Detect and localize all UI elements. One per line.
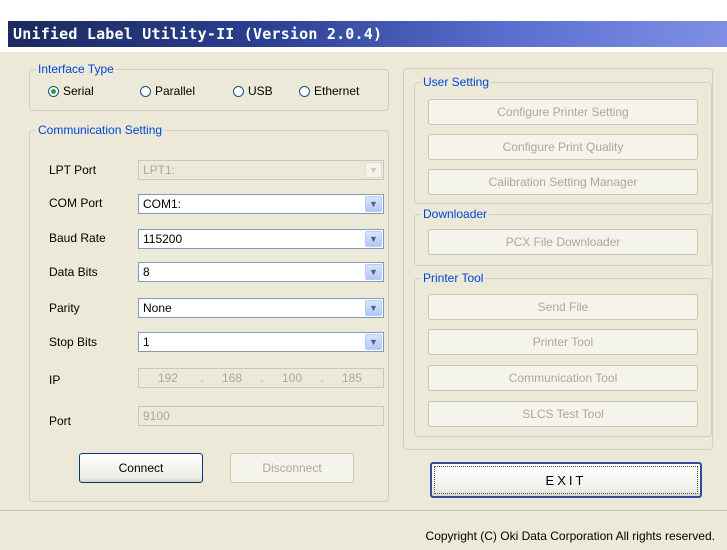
radio-circle-icon	[299, 85, 310, 97]
lpt-port-select[interactable]: LPT1: ▼	[138, 160, 384, 180]
radio-circle-icon	[48, 85, 59, 97]
ip-octet-1: 192	[157, 371, 179, 385]
title-area: Unified Label Utility-II (Version 2.0.4)	[0, 0, 727, 52]
stop-bits-select[interactable]: 1 ▼	[138, 332, 384, 352]
copyright-text: Copyright (C) Oki Data Corporation All r…	[425, 529, 715, 543]
printer-tool-legend: Printer Tool	[421, 271, 486, 285]
radio-circle-icon	[233, 85, 244, 97]
port-label: Port	[49, 414, 72, 428]
printer-tool-button[interactable]: Printer Tool	[428, 329, 698, 355]
status-divider	[0, 510, 727, 511]
user-setting-legend: User Setting	[421, 75, 492, 89]
communication-tool-button[interactable]: Communication Tool	[428, 365, 698, 391]
com-port-value: COM1:	[143, 197, 182, 211]
ip-address-field[interactable]: 192 . 168 . 100 . 185	[138, 368, 384, 388]
lpt-port-label: LPT Port	[49, 163, 97, 177]
connect-button[interactable]: Connect	[79, 453, 203, 483]
radio-parallel-label: Parallel	[155, 84, 196, 98]
ip-octet-4: 185	[341, 371, 363, 385]
stop-bits-label: Stop Bits	[49, 335, 98, 349]
ip-octet-2: 168	[221, 371, 243, 385]
chevron-down-icon[interactable]: ▼	[365, 300, 382, 316]
port-value: 9100	[143, 409, 170, 423]
baud-rate-label: Baud Rate	[49, 231, 106, 245]
chevron-down-icon[interactable]: ▼	[365, 334, 382, 350]
ip-label: IP	[49, 373, 61, 387]
chevron-down-icon[interactable]: ▼	[365, 196, 382, 212]
exit-button[interactable]: EXIT	[430, 462, 702, 498]
ip-octet-3: 100	[281, 371, 303, 385]
data-bits-value: 8	[143, 265, 150, 279]
send-file-button[interactable]: Send File	[428, 294, 698, 320]
ip-dot: .	[260, 371, 264, 385]
radio-ethernet[interactable]: Ethernet	[299, 84, 359, 98]
radio-usb[interactable]: USB	[233, 84, 273, 98]
interface-type-group: Interface Type Serial Parallel USB Ether…	[29, 62, 389, 111]
configure-print-quality-button[interactable]: Configure Print Quality	[428, 134, 698, 160]
baud-rate-value: 115200	[143, 232, 183, 246]
interface-type-legend: Interface Type	[36, 62, 116, 76]
pcx-file-downloader-button[interactable]: PCX File Downloader	[428, 229, 698, 255]
data-bits-select[interactable]: 8 ▼	[138, 262, 384, 282]
parity-value: None	[143, 301, 172, 315]
ip-dot: .	[200, 371, 204, 385]
chevron-down-icon[interactable]: ▼	[365, 231, 382, 247]
baud-rate-select[interactable]: 115200 ▼	[138, 229, 384, 249]
radio-ethernet-label: Ethernet	[314, 84, 360, 98]
radio-usb-label: USB	[248, 84, 273, 98]
parity-label: Parity	[49, 301, 80, 315]
stop-bits-value: 1	[143, 335, 150, 349]
com-port-label: COM Port	[49, 196, 103, 210]
radio-serial[interactable]: Serial	[48, 84, 94, 98]
downloader-legend: Downloader	[421, 207, 490, 221]
window-title: Unified Label Utility-II (Version 2.0.4)	[13, 25, 383, 43]
title-bar[interactable]: Unified Label Utility-II (Version 2.0.4)	[8, 21, 727, 47]
chevron-down-icon[interactable]: ▼	[365, 162, 382, 178]
configure-printer-setting-button[interactable]: Configure Printer Setting	[428, 99, 698, 125]
ip-dot: .	[320, 371, 324, 385]
disconnect-button[interactable]: Disconnect	[230, 453, 354, 483]
chevron-down-icon[interactable]: ▼	[365, 264, 382, 280]
radio-serial-label: Serial	[63, 84, 94, 98]
port-field[interactable]: 9100	[138, 406, 384, 426]
slcs-test-tool-button[interactable]: SLCS Test Tool	[428, 401, 698, 427]
com-port-select[interactable]: COM1: ▼	[138, 194, 384, 214]
parity-select[interactable]: None ▼	[138, 298, 384, 318]
radio-parallel[interactable]: Parallel	[140, 84, 195, 98]
lpt-port-value: LPT1:	[143, 163, 176, 177]
calibration-setting-manager-button[interactable]: Calibration Setting Manager	[428, 169, 698, 195]
radio-circle-icon	[140, 85, 151, 97]
communication-setting-legend: Communication Setting	[36, 123, 165, 137]
data-bits-label: Data Bits	[49, 265, 98, 279]
